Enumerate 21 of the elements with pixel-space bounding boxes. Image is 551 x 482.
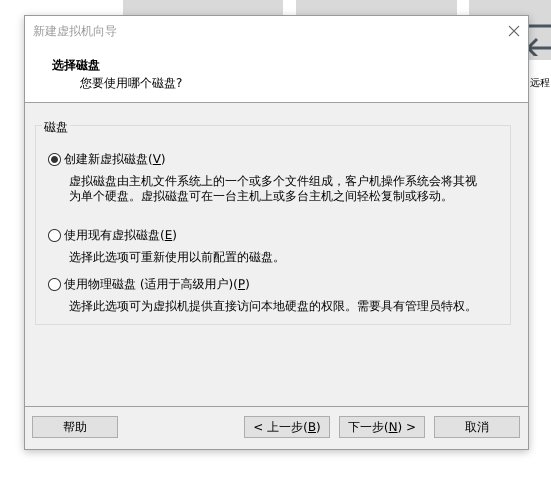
dialog-button[interactable]: < 上一步(B) (244, 416, 330, 438)
radio-option[interactable]: 使用物理磁盘 (适用于高级用户)(P) (48, 275, 510, 293)
tile-label: 远程 (530, 77, 550, 91)
option-description: 选择此选项可重新使用以前配置的磁盘。 (68, 250, 286, 265)
option-label: 使用物理磁盘 (适用于高级用户)(P) (64, 276, 250, 293)
option-label: 使用现有虚拟磁盘(E) (64, 227, 177, 244)
dialog-button[interactable]: 取消 (434, 416, 520, 438)
dialog-button[interactable]: 帮助 (32, 416, 118, 438)
radio-option[interactable]: 创建新虚拟磁盘(V) (48, 150, 510, 168)
radio-button[interactable] (48, 152, 61, 166)
option-description: 虚拟磁盘由主机文件系统上的一个或多个文件组成，客户机操作系统会将其视为单个硬盘。虚拟磁盘可在一台主机上或多台主机之间轻松复制或移动。 (68, 174, 478, 204)
radio-option[interactable]: 使用现有虚拟磁盘(E) (48, 226, 510, 244)
page-subtitle: 您要使用哪个磁盘? (79, 75, 184, 92)
radio-button[interactable] (48, 278, 61, 290)
option-description: 选择此选项可为虚拟机提供直接访问本地硬盘的权限。需要具有管理员特权。 (68, 299, 478, 314)
dialog-button[interactable]: 下一步(N) > (339, 416, 425, 438)
window-title: 新建虚拟机向导 (33, 23, 117, 40)
radio-button[interactable] (48, 228, 61, 242)
option-label: 创建新虚拟磁盘(V) (64, 151, 166, 168)
page-title: 选择磁盘 (52, 57, 101, 74)
close-icon[interactable] (508, 25, 520, 37)
